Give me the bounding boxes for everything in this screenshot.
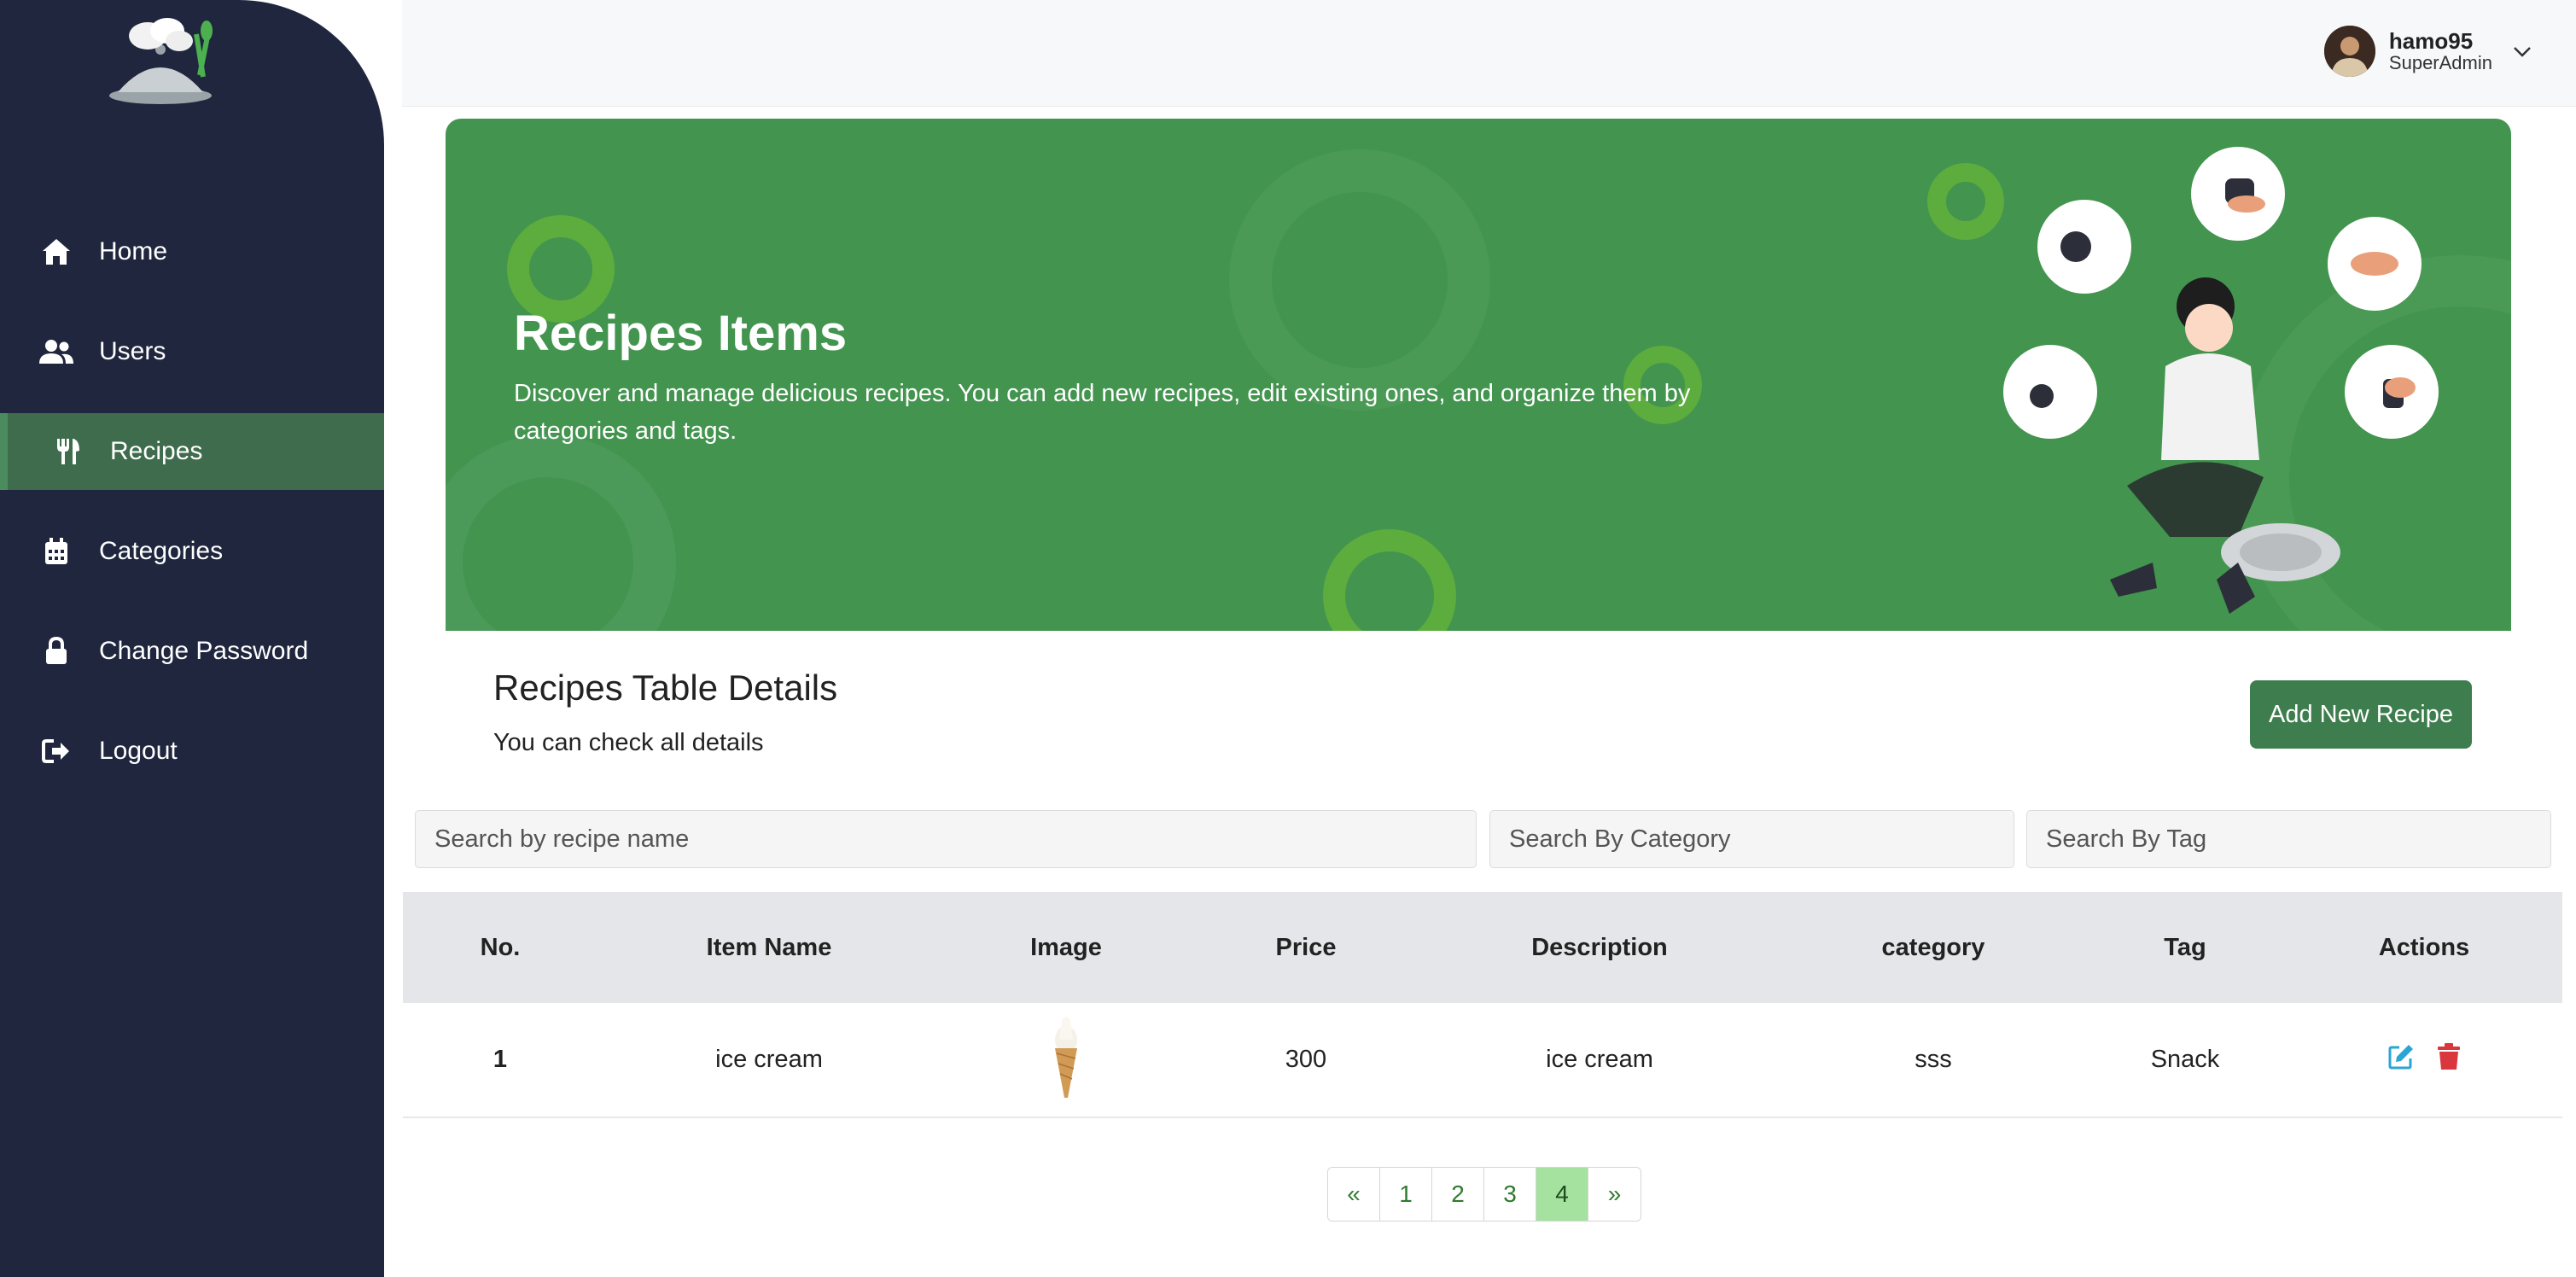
row-actions	[2387, 1042, 2461, 1077]
recipes-table: No. Item Name Image Price Description ca…	[403, 892, 2562, 1118]
sidebar-item-label: Users	[99, 337, 166, 365]
sidebar-item-change-password[interactable]: Change Password	[0, 613, 384, 690]
header-image[interactable]: Image	[1030, 934, 1102, 962]
user-menu[interactable]: hamo95 SuperAdmin	[2323, 26, 2533, 77]
pagination-page-2[interactable]: 2	[1432, 1168, 1484, 1221]
sidebar-item-label: Change Password	[99, 637, 309, 665]
calendar-icon	[39, 534, 73, 569]
lock-icon	[39, 634, 73, 668]
table-header: No. Item Name Image Price Description ca…	[403, 892, 2562, 1003]
cell-tag: Snack	[2150, 1046, 2220, 1073]
sidebar-nav: Home Users Recipes Categories Change Pas…	[0, 213, 384, 813]
trash-icon[interactable]	[2437, 1042, 2461, 1077]
cell-category: sss	[1915, 1046, 1952, 1073]
cell-price: 300	[1285, 1046, 1327, 1073]
cell-description: ice cream	[1546, 1046, 1653, 1073]
header-category[interactable]: category	[1882, 934, 1985, 962]
sidebar-item-label: Home	[99, 237, 168, 265]
utensils-icon	[50, 434, 85, 469]
chef-logo[interactable]	[101, 17, 229, 111]
category-search-input[interactable]	[1489, 810, 2014, 868]
header-price[interactable]: Price	[1276, 934, 1337, 962]
header-item-name[interactable]: Item Name	[707, 934, 832, 962]
sidebar-item-recipes[interactable]: Recipes	[0, 413, 384, 490]
decorative-ring	[1323, 529, 1456, 631]
logout-icon	[39, 734, 73, 768]
sidebar-item-users[interactable]: Users	[0, 313, 384, 390]
sidebar-item-label: Categories	[99, 537, 224, 565]
decorative-ring	[1229, 149, 1490, 411]
header-actions: Actions	[2378, 933, 2470, 961]
sidebar-item-logout[interactable]: Logout	[0, 713, 384, 790]
header-no[interactable]: No.	[481, 934, 521, 962]
header-description[interactable]: Description	[1531, 934, 1668, 962]
pagination-page-1[interactable]: 1	[1380, 1168, 1432, 1221]
users-icon	[39, 335, 73, 369]
banner-description: Discover and manage delicious recipes. Y…	[514, 380, 1691, 445]
cell-item-name: ice cream	[715, 1046, 823, 1073]
sidebar-item-label: Recipes	[110, 437, 203, 465]
cell-no: 1	[492, 1046, 508, 1073]
sidebar-item-home[interactable]: Home	[0, 213, 384, 290]
avatar[interactable]	[2323, 26, 2375, 77]
sidebar-item-label: Logout	[99, 737, 178, 765]
section-title: Recipes Table Details	[493, 668, 838, 708]
user-name: hamo95	[2388, 27, 2474, 54]
sidebar: Home Users Recipes Categories Change Pas…	[0, 0, 384, 1277]
chevron-down-icon[interactable]	[2511, 40, 2533, 62]
add-new-recipe-button[interactable]: Add New Recipe	[2250, 680, 2472, 749]
pagination: « 1 2 3 4 »	[1327, 1167, 1641, 1222]
pagination-page-3[interactable]: 3	[1484, 1168, 1536, 1221]
edit-icon[interactable]	[2387, 1043, 2415, 1077]
user-role: SuperAdmin	[2388, 52, 2492, 74]
decorative-ring	[446, 434, 676, 631]
sidebar-item-categories[interactable]: Categories	[0, 513, 384, 590]
recipe-image[interactable]	[1052, 1014, 1081, 1106]
banner-title: Recipes Items	[514, 306, 848, 361]
recipe-name-search-input[interactable]	[415, 810, 1477, 868]
section-subtitle: You can check all details	[493, 729, 764, 756]
table-row: 1 ice cream 300 ice cream sss Snack	[403, 1003, 2562, 1118]
hero-banner: Recipes Items Discover and manage delici…	[446, 119, 2511, 631]
header-tag[interactable]: Tag	[2164, 934, 2206, 962]
home-icon	[39, 235, 73, 269]
pagination-page-4[interactable]: 4	[1536, 1168, 1588, 1221]
top-bar: hamo95 SuperAdmin	[402, 0, 2576, 107]
pagination-next[interactable]: »	[1588, 1168, 1641, 1221]
tag-search-input[interactable]	[2026, 810, 2551, 868]
pagination-prev[interactable]: «	[1328, 1168, 1380, 1221]
chef-illustration	[1982, 136, 2460, 614]
